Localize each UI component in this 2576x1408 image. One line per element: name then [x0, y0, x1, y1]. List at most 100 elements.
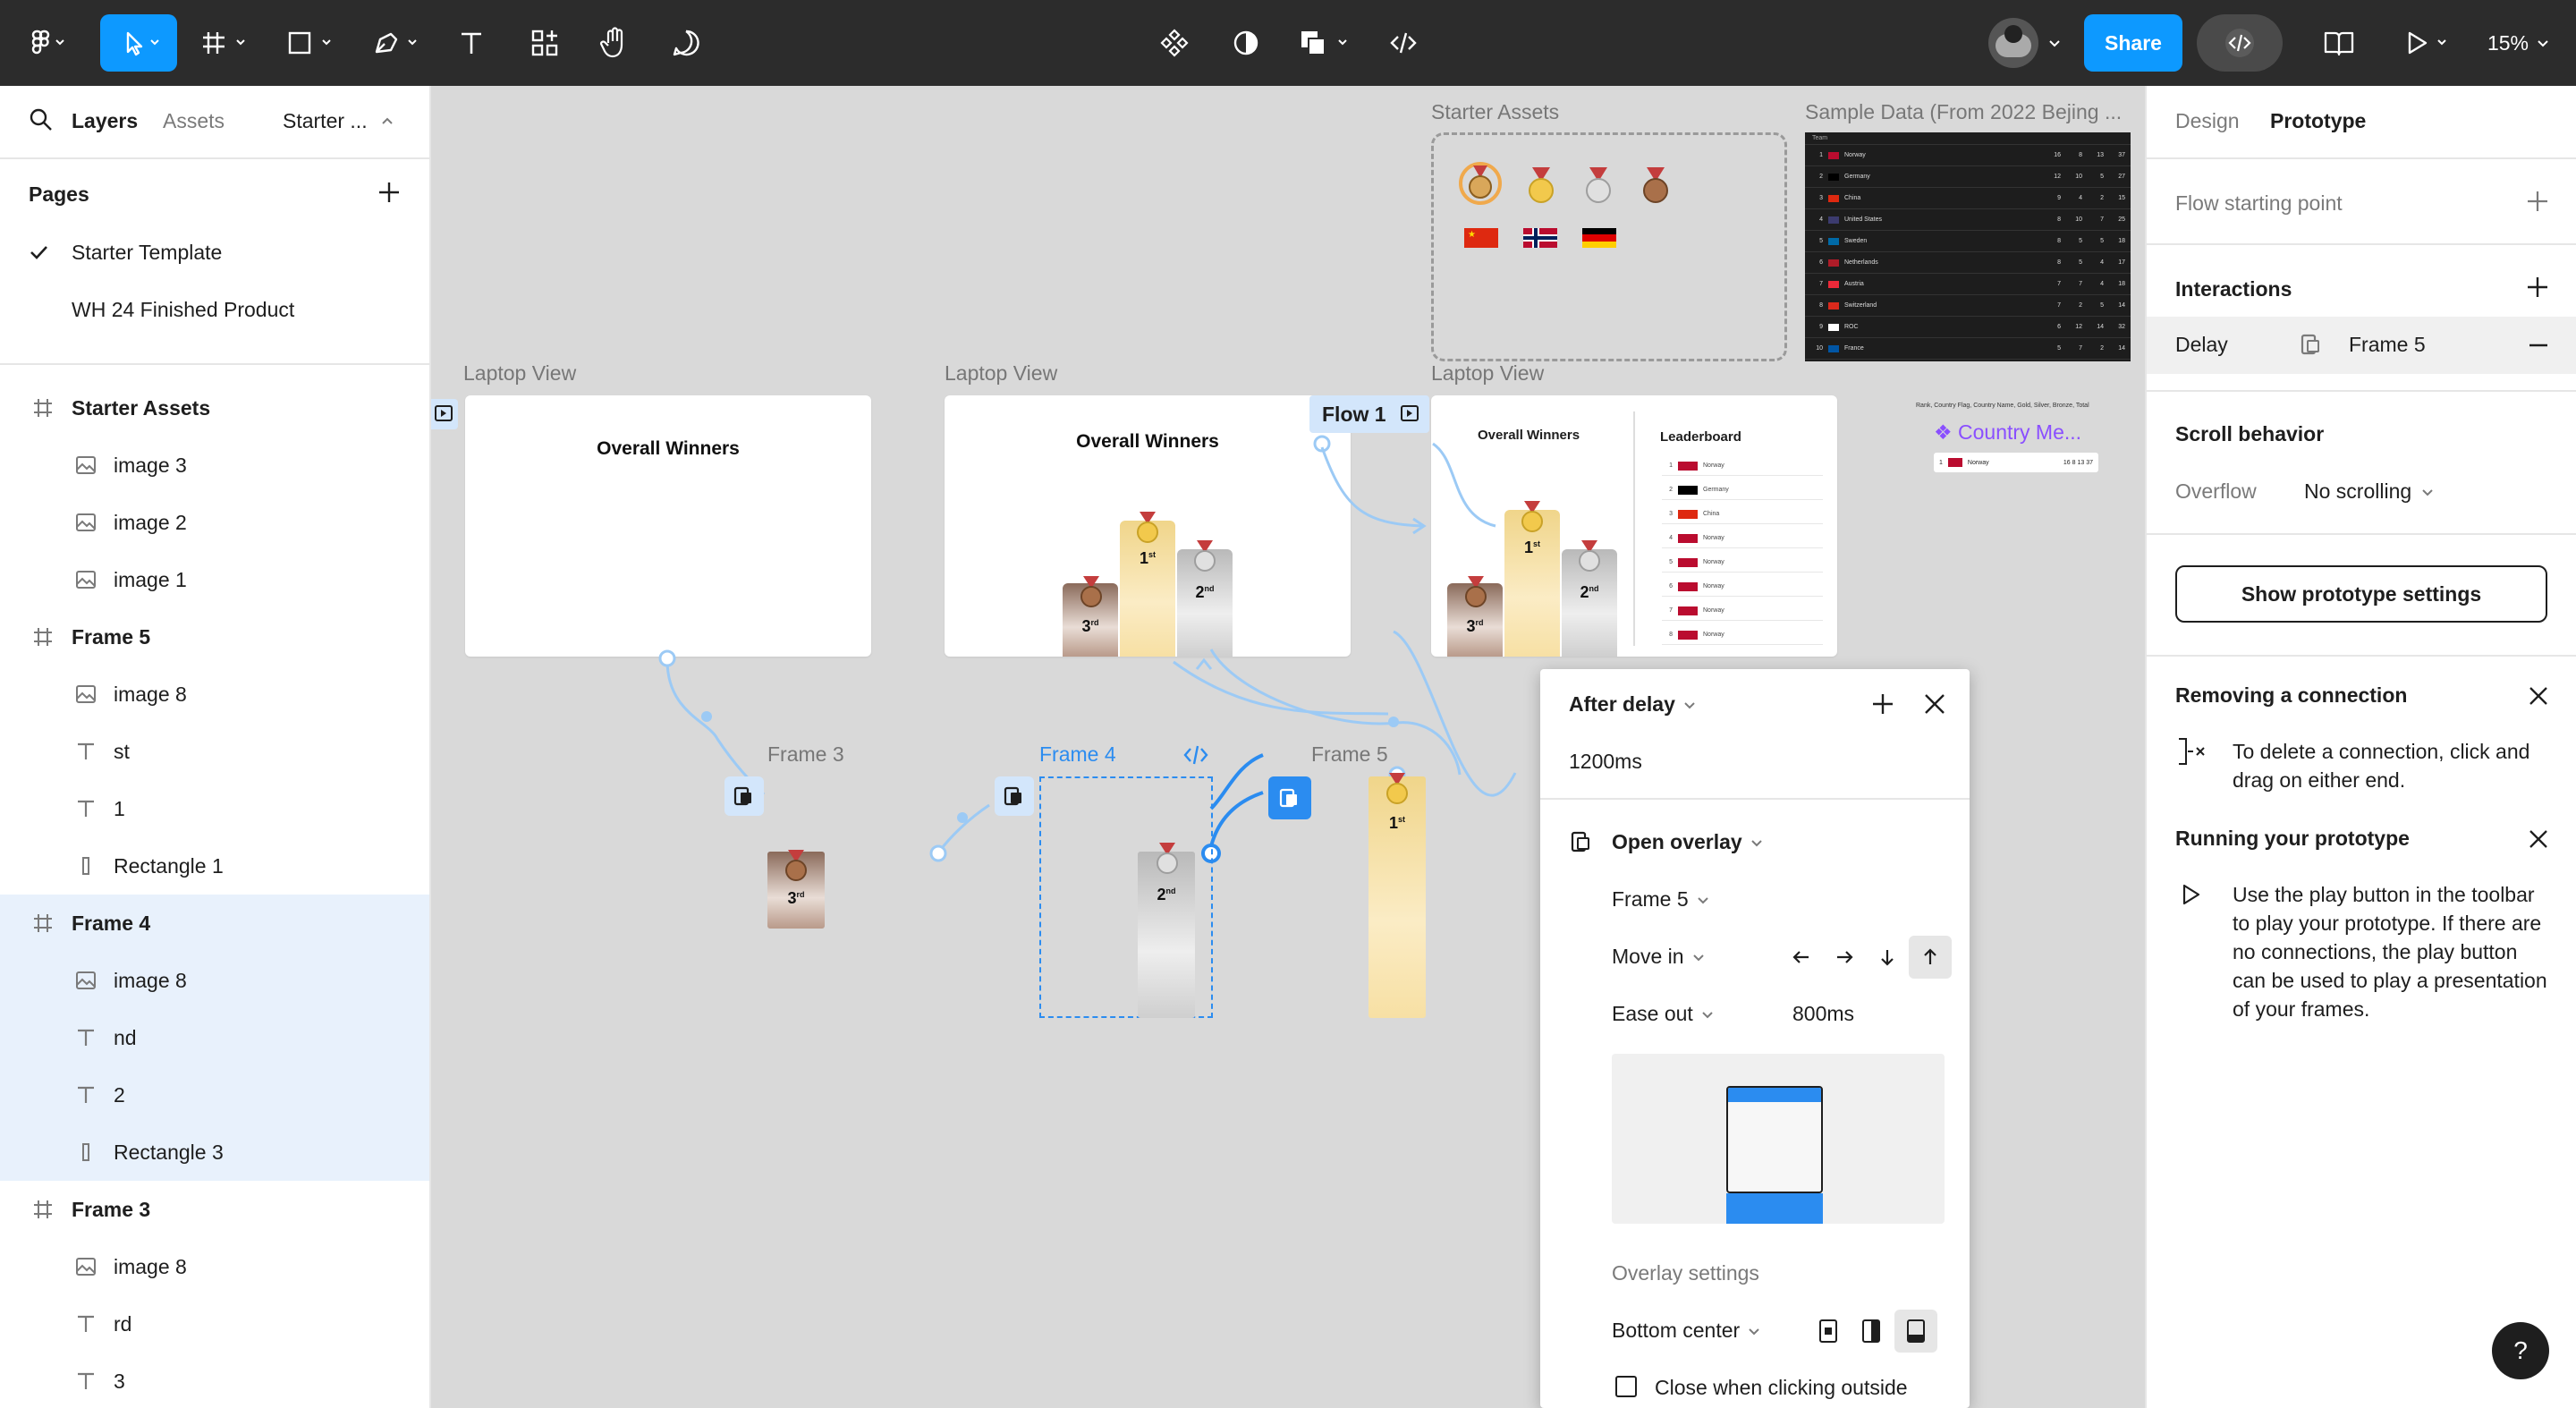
- layer-row[interactable]: rd: [0, 1295, 429, 1353]
- layer-row[interactable]: image 8: [0, 1238, 429, 1295]
- divider: [2147, 243, 2576, 245]
- delay-input[interactable]: 1200ms: [1569, 750, 1642, 774]
- frame-label-frame-3[interactable]: Frame 3: [767, 742, 844, 767]
- layer-row[interactable]: st: [0, 723, 429, 780]
- add-action-button[interactable]: [1869, 691, 1896, 717]
- selected-connection-marker[interactable]: [1268, 776, 1311, 819]
- divider: [2147, 533, 2576, 535]
- page-item[interactable]: Starter Template: [0, 224, 429, 281]
- easing-dropdown[interactable]: Ease out: [1612, 1002, 1715, 1026]
- share-button[interactable]: Share: [2084, 14, 2182, 72]
- layer-label: image 8: [114, 968, 187, 992]
- frame-label-frame-5[interactable]: Frame 5: [1311, 742, 1388, 767]
- search-layers-button[interactable]: [29, 107, 54, 132]
- pen-tool-button[interactable]: [367, 14, 429, 72]
- layer-row[interactable]: Starter Assets: [0, 379, 429, 437]
- page-item[interactable]: WH 24 Finished Product: [0, 281, 429, 338]
- layer-row[interactable]: image 8: [0, 666, 429, 723]
- shape-tool-button[interactable]: [281, 14, 343, 72]
- tab-design[interactable]: Design: [2175, 109, 2240, 133]
- dev-mode-toggle[interactable]: [2197, 14, 2283, 72]
- layer-label: image 1: [114, 567, 187, 591]
- layer-label: 3: [114, 1369, 125, 1393]
- frame-label-frame-4[interactable]: Frame 4: [1039, 742, 1116, 767]
- layer-row[interactable]: image 8: [0, 952, 429, 1009]
- frame-5[interactable]: 1st: [1368, 773, 1426, 1018]
- text-tool-button[interactable]: [451, 14, 492, 72]
- dismiss-removing-tip-button[interactable]: [2526, 683, 2551, 708]
- layer-row[interactable]: 3: [0, 1353, 429, 1408]
- move-tool-button[interactable]: [100, 14, 177, 72]
- code-icon[interactable]: [1182, 744, 1209, 766]
- destination-dropdown[interactable]: Frame 5: [1612, 887, 1710, 912]
- arrow-left-icon: [1792, 951, 1809, 963]
- page-picker[interactable]: Starter ...: [283, 109, 394, 133]
- components-button[interactable]: [1154, 14, 1195, 72]
- layer-label: image 3: [114, 453, 187, 477]
- layer-row[interactable]: 1: [0, 780, 429, 837]
- dismiss-running-tip-button[interactable]: [2526, 827, 2551, 852]
- frame-tool-button[interactable]: [195, 14, 258, 72]
- frame-icon: [203, 32, 245, 54]
- avatar-button[interactable]: [1979, 14, 2072, 72]
- layer-row[interactable]: nd: [0, 1009, 429, 1066]
- overlay-center-icon: [1819, 1319, 1837, 1343]
- layer-row[interactable]: image 3: [0, 437, 429, 494]
- tab-prototype[interactable]: Prototype: [2270, 109, 2366, 133]
- layer-row[interactable]: image 1: [0, 551, 429, 608]
- close-outside-checkbox[interactable]: [1615, 1376, 1637, 1397]
- add-page-button[interactable]: [376, 179, 402, 206]
- running-prototype-heading: Running your prototype: [2175, 827, 2410, 850]
- dev-mode-code-button[interactable]: [1383, 14, 1424, 72]
- hand-tool-button[interactable]: [594, 14, 635, 72]
- image-icon: [72, 451, 100, 479]
- boolean-button[interactable]: [1295, 14, 1358, 72]
- overflow-dropdown[interactable]: No scrolling: [2304, 479, 2435, 504]
- overlay-icon: [1279, 788, 1297, 808]
- interaction-row[interactable]: Delay Frame 5: [2147, 317, 2576, 374]
- close-panel-button[interactable]: [1921, 691, 1948, 717]
- code-icon: [1390, 32, 1417, 54]
- overlay-bottom-button[interactable]: [1894, 1310, 1937, 1353]
- hand-icon: [599, 27, 623, 58]
- frame-4-selection[interactable]: 2nd: [1039, 776, 1213, 1018]
- overlay-connection-marker[interactable]: [995, 776, 1034, 816]
- overlay-connection-marker[interactable]: [724, 776, 764, 816]
- direction-up-button[interactable]: [1909, 936, 1952, 979]
- animation-dropdown[interactable]: Move in: [1612, 945, 1706, 969]
- present-button[interactable]: [2397, 14, 2462, 72]
- main-menu-button[interactable]: [18, 14, 80, 72]
- comment-tool-button[interactable]: [665, 14, 707, 72]
- add-flow-button[interactable]: [2524, 188, 2551, 215]
- frame-3[interactable]: 3rd: [767, 850, 825, 929]
- image-icon: [72, 565, 100, 594]
- resources-button[interactable]: [524, 14, 565, 72]
- layer-row[interactable]: Frame 3: [0, 1181, 429, 1238]
- tab-assets[interactable]: Assets: [163, 109, 225, 133]
- direction-down-button[interactable]: [1871, 941, 1903, 973]
- tab-layers[interactable]: Layers: [72, 109, 138, 133]
- layer-row[interactable]: Rectangle 3: [0, 1124, 429, 1181]
- layer-row[interactable]: 2: [0, 1066, 429, 1124]
- direction-right-button[interactable]: [1828, 941, 1860, 973]
- add-interaction-button[interactable]: [2524, 274, 2551, 301]
- layer-row[interactable]: Rectangle 1: [0, 837, 429, 895]
- layer-row[interactable]: Frame 4: [0, 895, 429, 952]
- library-button[interactable]: [2318, 14, 2360, 72]
- direction-left-button[interactable]: [1785, 941, 1818, 973]
- mask-button[interactable]: [1225, 14, 1267, 72]
- layer-row[interactable]: image 2: [0, 494, 429, 551]
- help-button[interactable]: ?: [2492, 1322, 2549, 1379]
- action-dropdown[interactable]: Open overlay: [1612, 830, 1764, 854]
- overlay-side-button[interactable]: [1855, 1315, 1887, 1347]
- overlay-position-dropdown[interactable]: Bottom center: [1612, 1319, 1761, 1343]
- overlay-center-button[interactable]: [1812, 1315, 1844, 1347]
- minus-icon[interactable]: [2526, 333, 2551, 358]
- show-prototype-settings-button[interactable]: Show prototype settings: [2175, 565, 2547, 623]
- figma-logo-icon: [31, 30, 64, 55]
- layer-row[interactable]: Frame 5: [0, 608, 429, 666]
- zoom-dropdown[interactable]: 15%: [2478, 14, 2560, 72]
- code-icon: [2225, 29, 2254, 57]
- duration-input[interactable]: 800ms: [1792, 1002, 1854, 1026]
- trigger-dropdown[interactable]: After delay: [1569, 692, 1697, 717]
